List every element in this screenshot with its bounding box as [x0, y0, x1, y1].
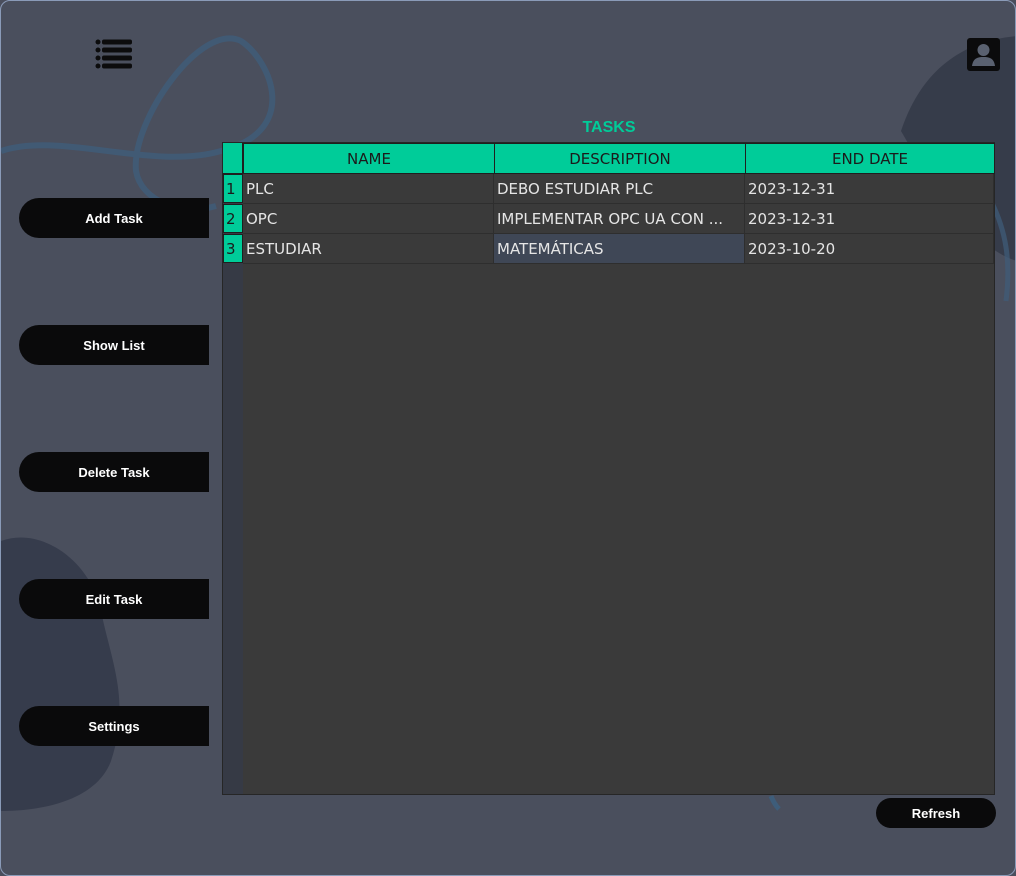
cell-end-date[interactable]: 2023-12-31 — [745, 174, 994, 204]
cell-description-selected[interactable]: MATEMÁTICAS — [494, 234, 745, 264]
delete-task-button[interactable]: Delete Task — [19, 452, 209, 492]
add-task-button[interactable]: Add Task — [19, 198, 209, 238]
main-window: Add Task Show List Delete Task Edit Task… — [0, 0, 1016, 876]
edit-task-button[interactable]: Edit Task — [19, 579, 209, 619]
show-list-button[interactable]: Show List — [19, 325, 209, 365]
cell-end-date[interactable]: 2023-12-31 — [745, 204, 994, 234]
row-number[interactable]: 2 — [223, 204, 243, 233]
user-profile-icon[interactable] — [967, 38, 1000, 71]
tasks-table[interactable]: NAME DESCRIPTION END DATE 1 PLC DEBO EST… — [222, 142, 995, 795]
row-number[interactable]: 1 — [223, 174, 243, 203]
refresh-button[interactable]: Refresh — [876, 798, 996, 828]
tasks-title: TASKS — [582, 119, 636, 136]
cell-description[interactable]: IMPLEMENTAR OPC UA CON ... — [494, 204, 745, 234]
cell-end-date[interactable]: 2023-10-20 — [745, 234, 994, 264]
column-header-name[interactable]: NAME — [243, 143, 495, 174]
menu-icon[interactable] — [94, 38, 134, 72]
settings-button[interactable]: Settings — [19, 706, 209, 746]
cell-description[interactable]: DEBO ESTUDIAR PLC — [494, 174, 745, 204]
cell-name[interactable]: ESTUDIAR — [243, 234, 494, 264]
cell-name[interactable]: PLC — [243, 174, 494, 204]
column-header-description[interactable]: DESCRIPTION — [494, 143, 746, 174]
column-header-end-date[interactable]: END DATE — [745, 143, 995, 174]
row-number[interactable]: 3 — [223, 234, 243, 263]
table-corner-button[interactable] — [223, 143, 243, 174]
cell-name[interactable]: OPC — [243, 204, 494, 234]
